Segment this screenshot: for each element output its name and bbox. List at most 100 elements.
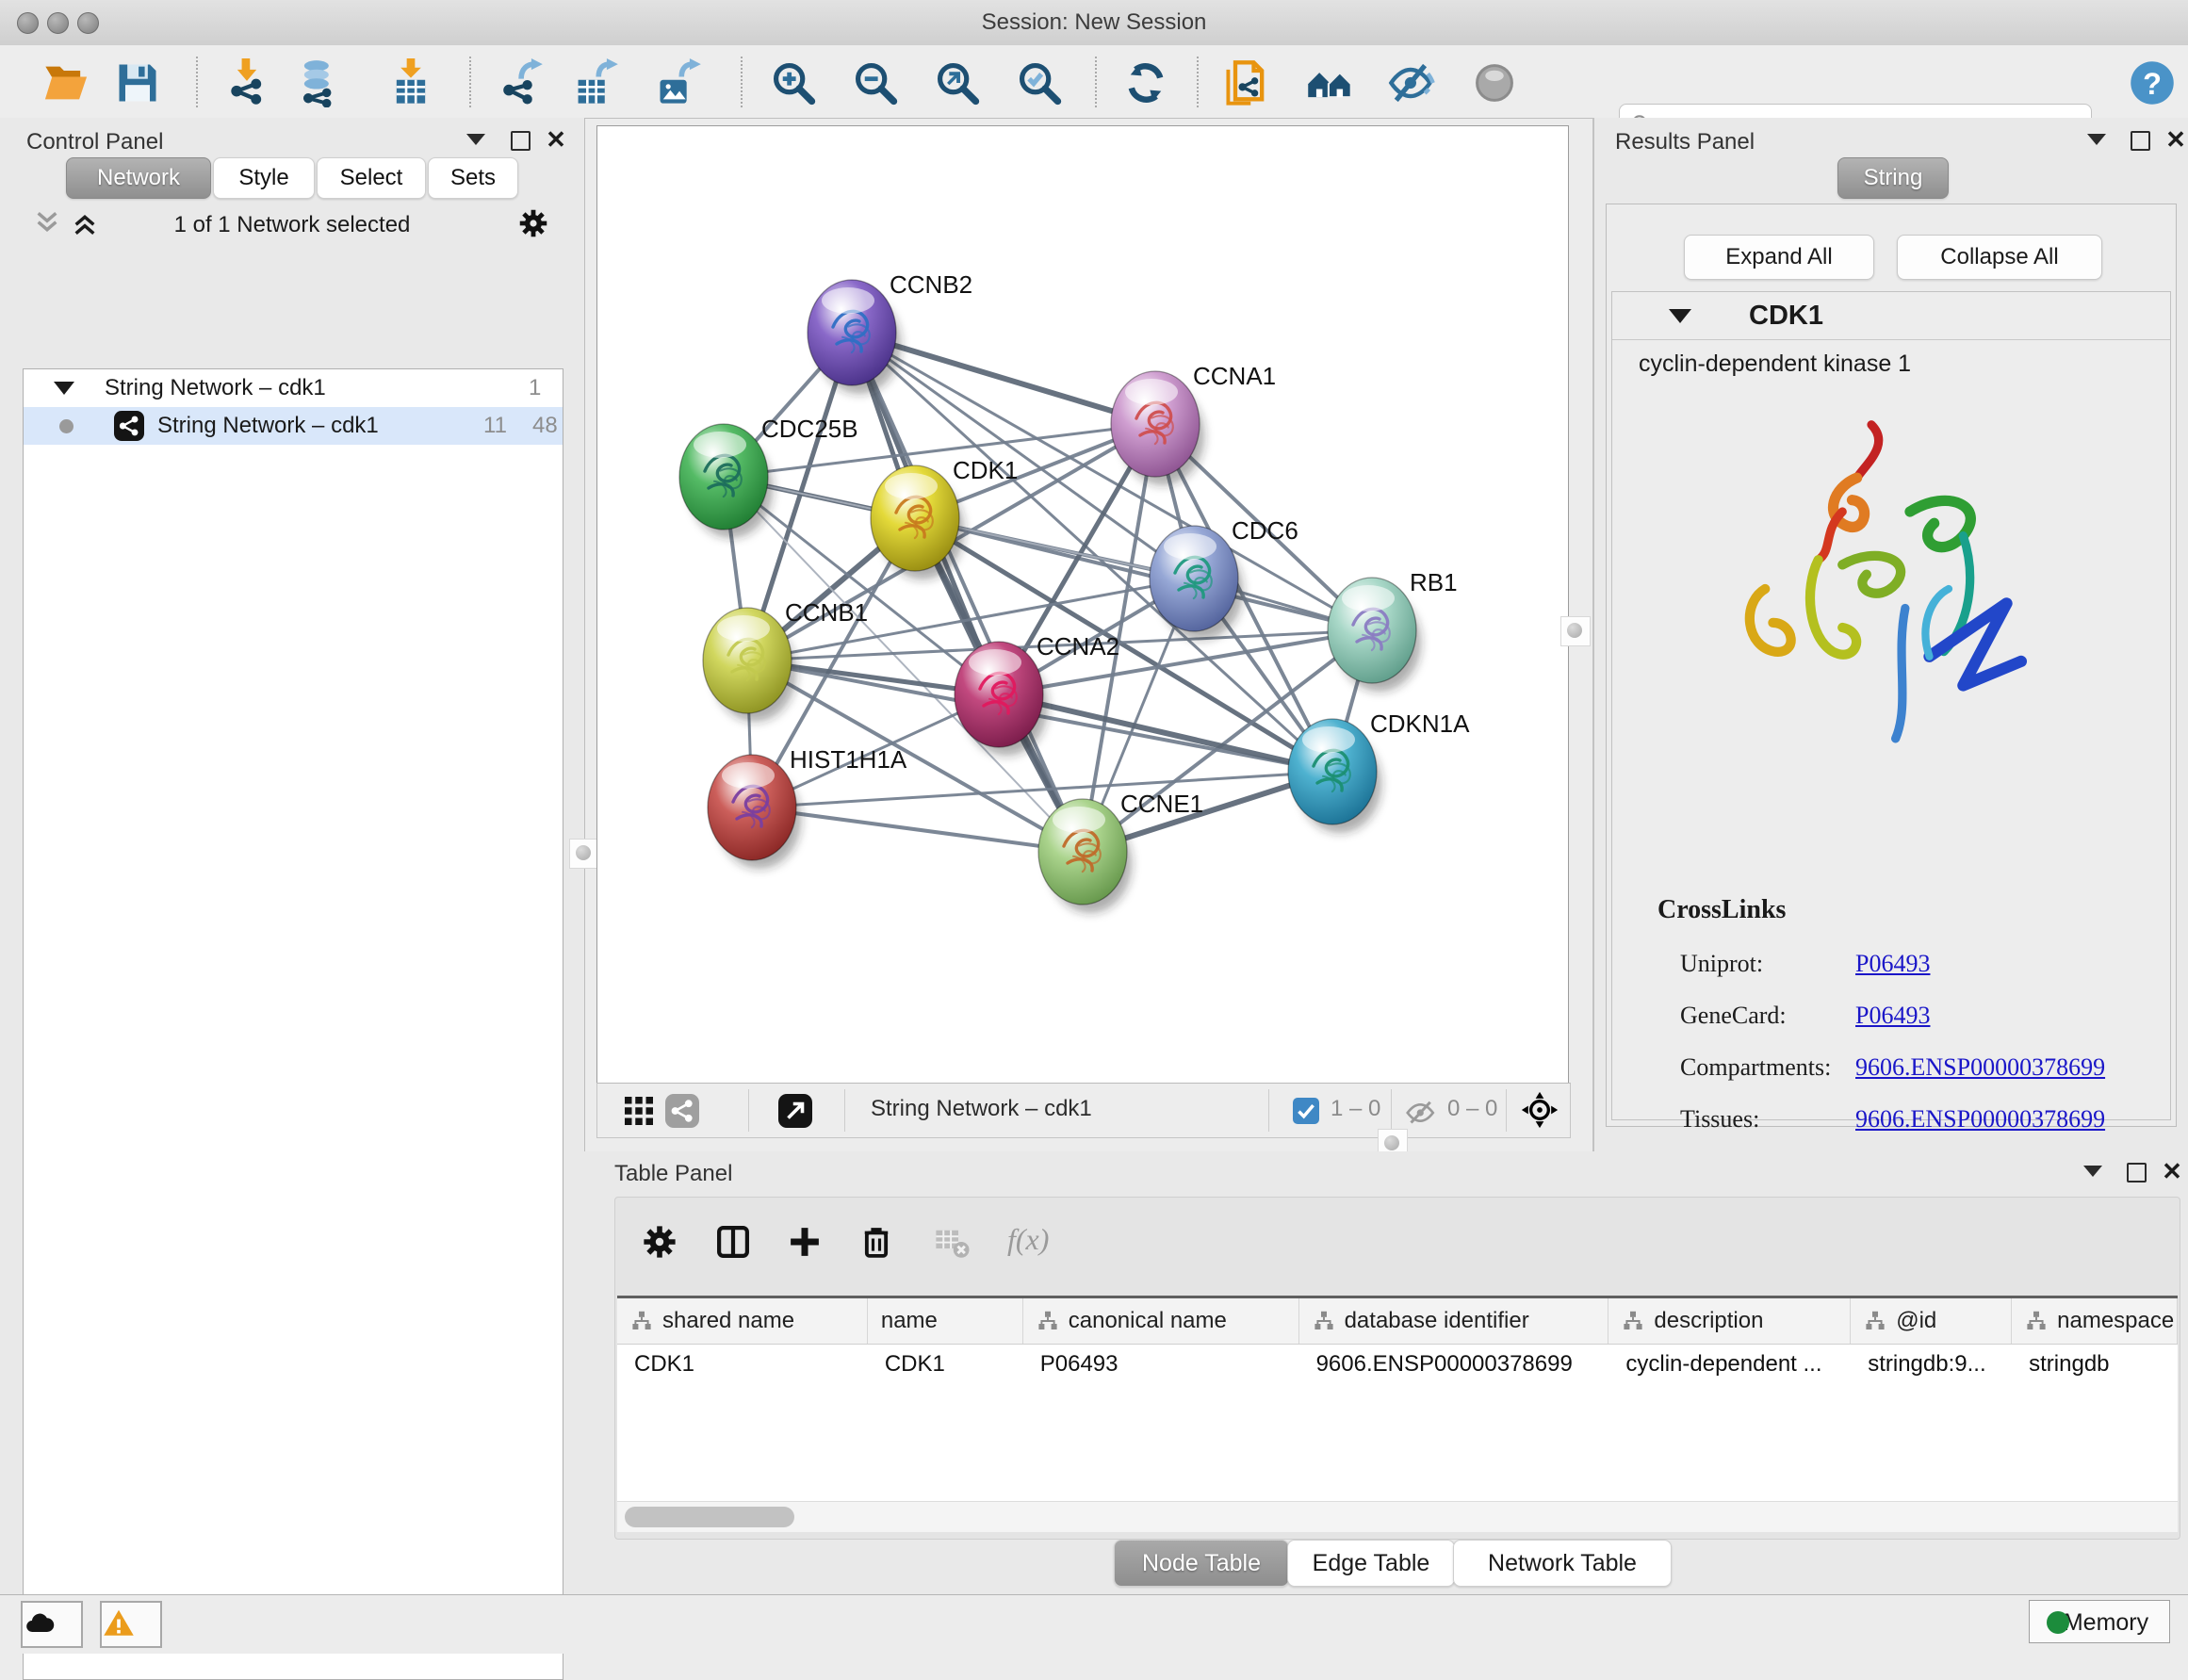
warning-status-button[interactable] (100, 1601, 162, 1648)
status-bar: Memory (0, 1594, 2188, 1654)
left-splitter-handle[interactable] (569, 839, 599, 869)
open-in-window-icon[interactable] (778, 1094, 812, 1128)
selected-checkbox-icon[interactable] (1293, 1098, 1319, 1124)
scrollbar-thumb[interactable] (625, 1507, 794, 1527)
crosslink-link[interactable]: 9606.ENSP00000378699 (1855, 1105, 2105, 1134)
network-node-cdc6[interactable]: CDC6 (1150, 516, 1298, 640)
table-horizontal-scrollbar[interactable] (617, 1501, 2178, 1532)
float-table-panel-icon[interactable] (2077, 1165, 2109, 1193)
network-node-ccna1[interactable]: CCNA1 (1111, 362, 1276, 485)
network-edge[interactable] (915, 518, 1372, 630)
memory-button[interactable]: Memory (2029, 1600, 2170, 1643)
export-table-icon[interactable] (571, 58, 620, 107)
crosslink-link[interactable]: 9606.ENSP00000378699 (1855, 1053, 2105, 1082)
network-collection-row[interactable]: String Network – cdk1 1 (24, 369, 563, 407)
network-thumbnail-icon[interactable] (665, 1094, 699, 1128)
network-node-cdkn1a[interactable]: CDKN1A (1288, 710, 1470, 833)
network-node-hist1h1a[interactable]: HIST1H1A (708, 745, 907, 869)
table-cell[interactable]: CDK1 (868, 1345, 1023, 1384)
open-manual-icon[interactable] (1223, 58, 1272, 107)
refresh-layout-icon[interactable] (1121, 58, 1170, 107)
show-column-icon[interactable] (713, 1222, 753, 1262)
zoom-out-icon[interactable] (851, 58, 900, 107)
close-panel-icon[interactable]: ✕ (540, 127, 572, 155)
network-node-ccnb1[interactable]: CCNB1 (703, 598, 868, 722)
network-canvas[interactable]: CCNB2CCNA1CDC25BCDK1CDC6RB1CCNB1CCNA2CDK… (596, 125, 1569, 1084)
right-splitter-handle[interactable] (1560, 616, 1591, 646)
close-results-panel-icon[interactable]: ✕ (2160, 127, 2188, 155)
tab-network[interactable]: Network (66, 157, 211, 199)
network-node-cdc25b[interactable]: CDC25B (679, 415, 858, 538)
tab-node-table[interactable]: Node Table (1114, 1540, 1289, 1587)
function-builder-icon[interactable]: f(x) (1007, 1222, 1049, 1257)
table-options-gear-icon[interactable] (640, 1222, 679, 1262)
network-row-selected[interactable]: String Network – cdk1 11 48 (24, 407, 563, 445)
column-header-canonical-name[interactable]: canonical name (1023, 1298, 1299, 1344)
import-network-icon[interactable] (222, 58, 271, 107)
collection-expander-icon[interactable] (54, 382, 74, 395)
home-icon[interactable] (1305, 58, 1354, 107)
network-node-rb1[interactable]: RB1 (1328, 568, 1458, 692)
help-icon[interactable]: ? (2128, 58, 2177, 107)
table-row[interactable]: CDK1CDK1P064939606.ENSP00000378699cyclin… (617, 1345, 2178, 1384)
delete-table-icon[interactable] (932, 1222, 972, 1262)
delete-column-icon[interactable] (857, 1222, 896, 1262)
table-cell[interactable]: 9606.ENSP00000378699 (1299, 1345, 1609, 1384)
import-network-from-database-icon[interactable] (294, 58, 343, 107)
show-all-icon[interactable] (1470, 58, 1519, 107)
tab-edge-table[interactable]: Edge Table (1287, 1540, 1455, 1587)
crosslink-link[interactable]: P06493 (1855, 950, 1930, 978)
expand-all-networks-icon[interactable] (70, 208, 100, 238)
column-header-namespace[interactable]: namespace (2012, 1298, 2178, 1344)
crosslink-link[interactable]: P06493 (1855, 1002, 1930, 1030)
tab-string-results[interactable]: String (1837, 157, 1949, 199)
gene-section-header[interactable]: CDK1 (1612, 292, 2170, 340)
table-cell[interactable]: stringdb:9... (1851, 1345, 2012, 1384)
export-network-icon[interactable] (496, 58, 545, 107)
collapse-all-networks-icon[interactable] (32, 208, 62, 238)
hide-selected-icon[interactable] (1387, 58, 1436, 107)
network-edge[interactable] (852, 333, 1083, 852)
table-cell[interactable]: stringdb (2012, 1345, 2178, 1384)
network-node-ccnb2[interactable]: CCNB2 (808, 270, 972, 394)
birds-eye-view-icon[interactable] (1521, 1091, 1559, 1129)
column-header--id[interactable]: @id (1851, 1298, 2012, 1344)
maximize-panel-icon[interactable] (504, 131, 536, 159)
tab-network-table[interactable]: Network Table (1453, 1540, 1672, 1587)
network-edge[interactable] (752, 807, 1083, 852)
collection-count: 1 (529, 369, 541, 407)
zoom-selected-icon[interactable] (1015, 58, 1064, 107)
grid-view-icon[interactable] (622, 1094, 656, 1128)
zoom-fit-icon[interactable] (933, 58, 982, 107)
network-options-gear-icon[interactable] (516, 206, 550, 240)
maximize-results-panel-icon[interactable] (2124, 131, 2156, 159)
table-panel-body: f(x) shared namenamecanonical namedataba… (614, 1197, 2180, 1540)
column-header-description[interactable]: description (1608, 1298, 1851, 1344)
column-header-name[interactable]: name (868, 1298, 1023, 1344)
tab-sets[interactable]: Sets (428, 157, 518, 199)
table-cell[interactable]: P06493 (1023, 1345, 1299, 1384)
zoom-in-icon[interactable] (769, 58, 818, 107)
save-session-icon[interactable] (113, 58, 162, 107)
gene-expander-icon[interactable] (1669, 309, 1691, 323)
maximize-table-panel-icon[interactable] (2120, 1163, 2152, 1191)
network-node-ccna2[interactable]: CCNA2 (955, 632, 1119, 756)
close-table-panel-icon[interactable]: ✕ (2156, 1159, 2188, 1187)
hidden-items-icon[interactable] (1404, 1096, 1438, 1130)
table-cell[interactable]: cyclin-dependent ... (1608, 1345, 1851, 1384)
open-session-icon[interactable] (41, 58, 90, 107)
export-image-icon[interactable] (654, 58, 703, 107)
float-results-panel-icon[interactable] (2081, 133, 2113, 161)
tab-style[interactable]: Style (213, 157, 315, 199)
expand-all-button[interactable]: Expand All (1684, 235, 1874, 280)
import-table-icon[interactable] (386, 58, 435, 107)
cloud-status-button[interactable] (21, 1601, 83, 1648)
column-header-shared-name[interactable]: shared name (617, 1298, 868, 1344)
create-column-icon[interactable] (785, 1222, 825, 1262)
table-cell[interactable]: CDK1 (617, 1345, 868, 1384)
collapse-all-button[interactable]: Collapse All (1897, 235, 2102, 280)
column-header-database-identifier[interactable]: database identifier (1299, 1298, 1609, 1344)
tab-select[interactable]: Select (317, 157, 426, 199)
network-node-ccne1[interactable]: CCNE1 (1038, 790, 1203, 913)
network-edge[interactable] (999, 694, 1332, 772)
